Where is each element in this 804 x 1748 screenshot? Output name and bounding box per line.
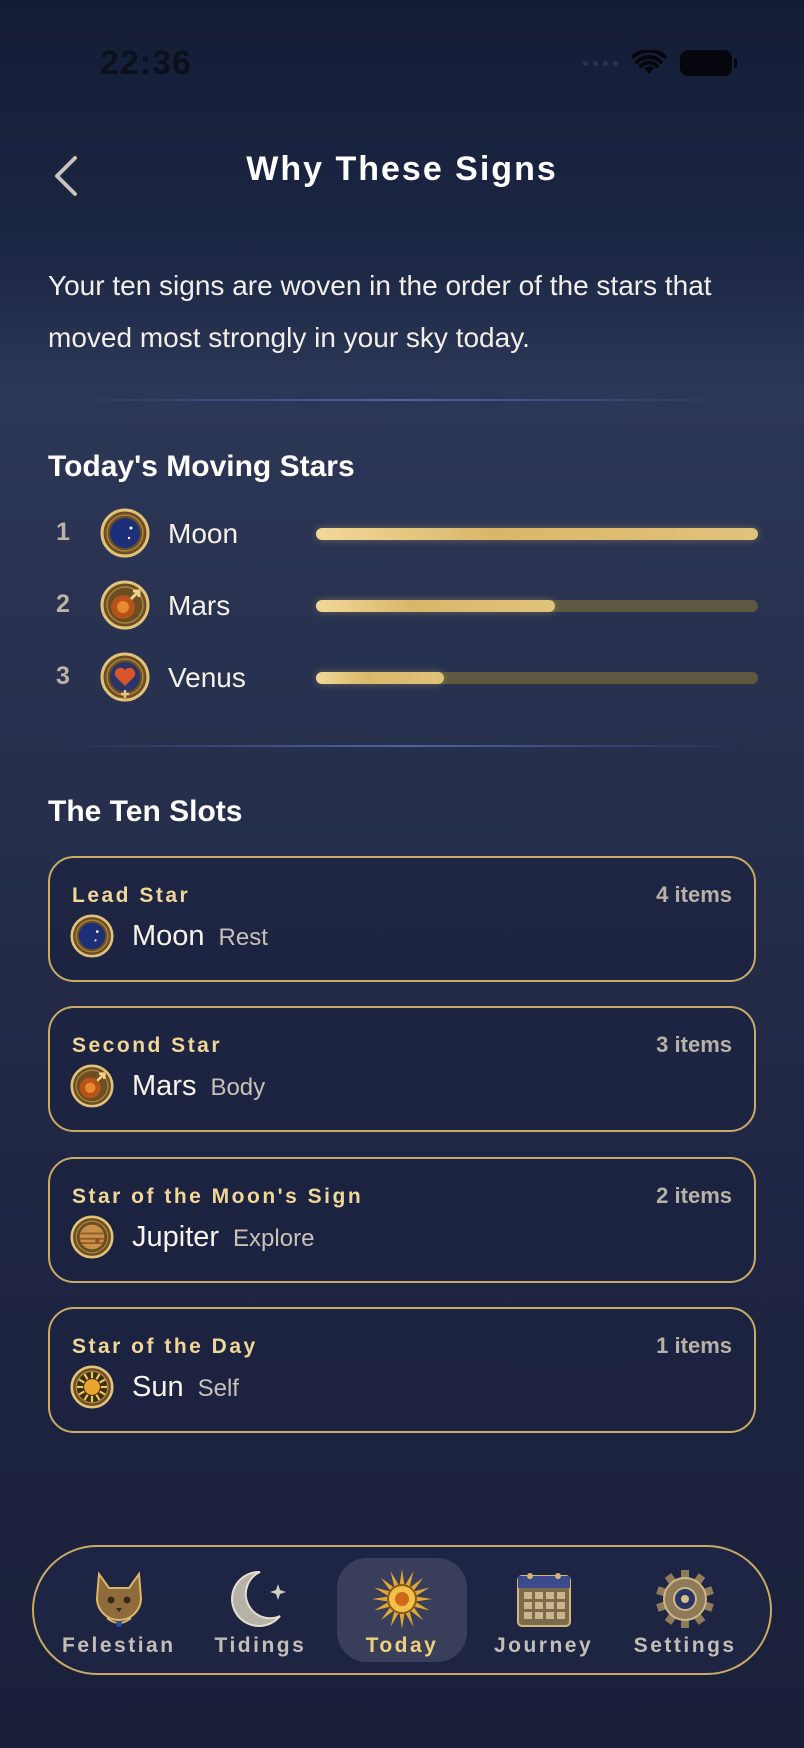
slot-planet-name: Mars [132, 1070, 197, 1102]
slot-planet-name: Moon [132, 920, 205, 952]
mars-medallion-icon [100, 580, 150, 630]
slot-label: Star of the Moon's Sign [72, 1185, 364, 1208]
moving-star-row: 3 Venus [48, 650, 758, 706]
star-name: Mars [168, 590, 231, 621]
battery-icon [680, 50, 737, 76]
moving-stars-title: Today's Moving Stars [48, 450, 355, 483]
slot-label: Star of the Day [72, 1335, 258, 1358]
header: Why These Signs [0, 130, 804, 230]
sun-medallion-icon [70, 1365, 114, 1409]
strength-bar [316, 600, 758, 612]
tab-tidings[interactable]: Tidings [195, 1558, 325, 1662]
star-name: Venus [168, 662, 246, 693]
star-rank: 2 [56, 590, 70, 618]
tab-label: Settings [633, 1634, 737, 1657]
divider [60, 745, 750, 747]
slot-planet: Jupiter Explore [132, 1221, 314, 1254]
slot-item-count: 1 items [656, 1333, 732, 1358]
strength-bar-fill [316, 672, 445, 684]
strength-bar [316, 672, 758, 684]
calendar-icon [512, 1568, 576, 1630]
tab-bar: Felestian Tidings Today Journey Settings [32, 1545, 772, 1675]
tab-label: Felestian [62, 1634, 176, 1657]
moving-star-row: 2 Mars [48, 578, 758, 634]
slot-planet-name: Jupiter [132, 1221, 220, 1253]
tab-today[interactable]: Today [336, 1558, 467, 1662]
tab-label: Journey [493, 1634, 594, 1657]
wifi-icon [632, 50, 666, 74]
sun-icon [370, 1568, 434, 1630]
page-title: Why These Signs [246, 150, 558, 188]
status-bar: 22:36 [0, 0, 804, 130]
jupiter-medallion-icon [70, 1215, 114, 1259]
slot-item-count: 3 items [656, 1032, 732, 1057]
slot-planet: Moon Rest [132, 920, 268, 953]
slot-theme: Rest [218, 924, 268, 951]
slot-item-count: 4 items [656, 882, 732, 907]
tab-label: Today [365, 1634, 439, 1657]
slot-label: Lead Star [72, 884, 191, 907]
gear-icon [653, 1568, 717, 1630]
cat-icon [87, 1568, 151, 1630]
moving-star-row: 1 Moon [48, 506, 758, 562]
star-rank: 3 [56, 662, 70, 690]
strength-bar-fill [316, 528, 758, 540]
slot-theme: Body [210, 1074, 266, 1101]
moon-medallion-icon [100, 508, 150, 558]
crescent-moon-icon [228, 1568, 292, 1630]
ten-slots-title: The Ten Slots [48, 795, 243, 828]
moon-medallion-icon [70, 914, 114, 958]
star-name: Moon [168, 518, 239, 549]
slot-item-count: 2 items [656, 1183, 732, 1208]
tab-felestian[interactable]: Felestian [54, 1558, 184, 1662]
slot-label: Second Star [72, 1034, 223, 1057]
slot-theme: Self [197, 1375, 239, 1402]
slot-card[interactable]: Star of the Moon's Sign 2 items Jupiter Exp… [48, 1157, 756, 1283]
slot-planet-name: Sun [132, 1371, 184, 1403]
status-time: 22:36 [100, 44, 192, 82]
tab-journey[interactable]: Journey [479, 1558, 609, 1662]
signal-icon [583, 60, 618, 66]
intro-text: Your ten signs are woven in the order of… [48, 270, 712, 353]
venus-medallion-icon [100, 652, 150, 702]
slot-planet: Mars Body [132, 1070, 265, 1103]
mars-medallion-icon [70, 1064, 114, 1108]
slot-planet: Sun Self [132, 1371, 239, 1404]
tab-settings[interactable]: Settings [620, 1558, 750, 1662]
slot-card[interactable]: Star of the Day 1 items Sun Self [48, 1307, 756, 1433]
slot-card[interactable]: Lead Star 4 items Moon Rest [48, 856, 756, 982]
divider [60, 399, 740, 401]
tab-label: Tidings [214, 1634, 307, 1657]
status-indicators [583, 50, 737, 76]
star-rank: 1 [56, 518, 70, 546]
slot-theme: Explore [233, 1225, 315, 1252]
slot-card[interactable]: Second Star 3 items Mars Body [48, 1006, 756, 1132]
strength-bar [316, 528, 758, 540]
strength-bar-fill [316, 600, 555, 612]
